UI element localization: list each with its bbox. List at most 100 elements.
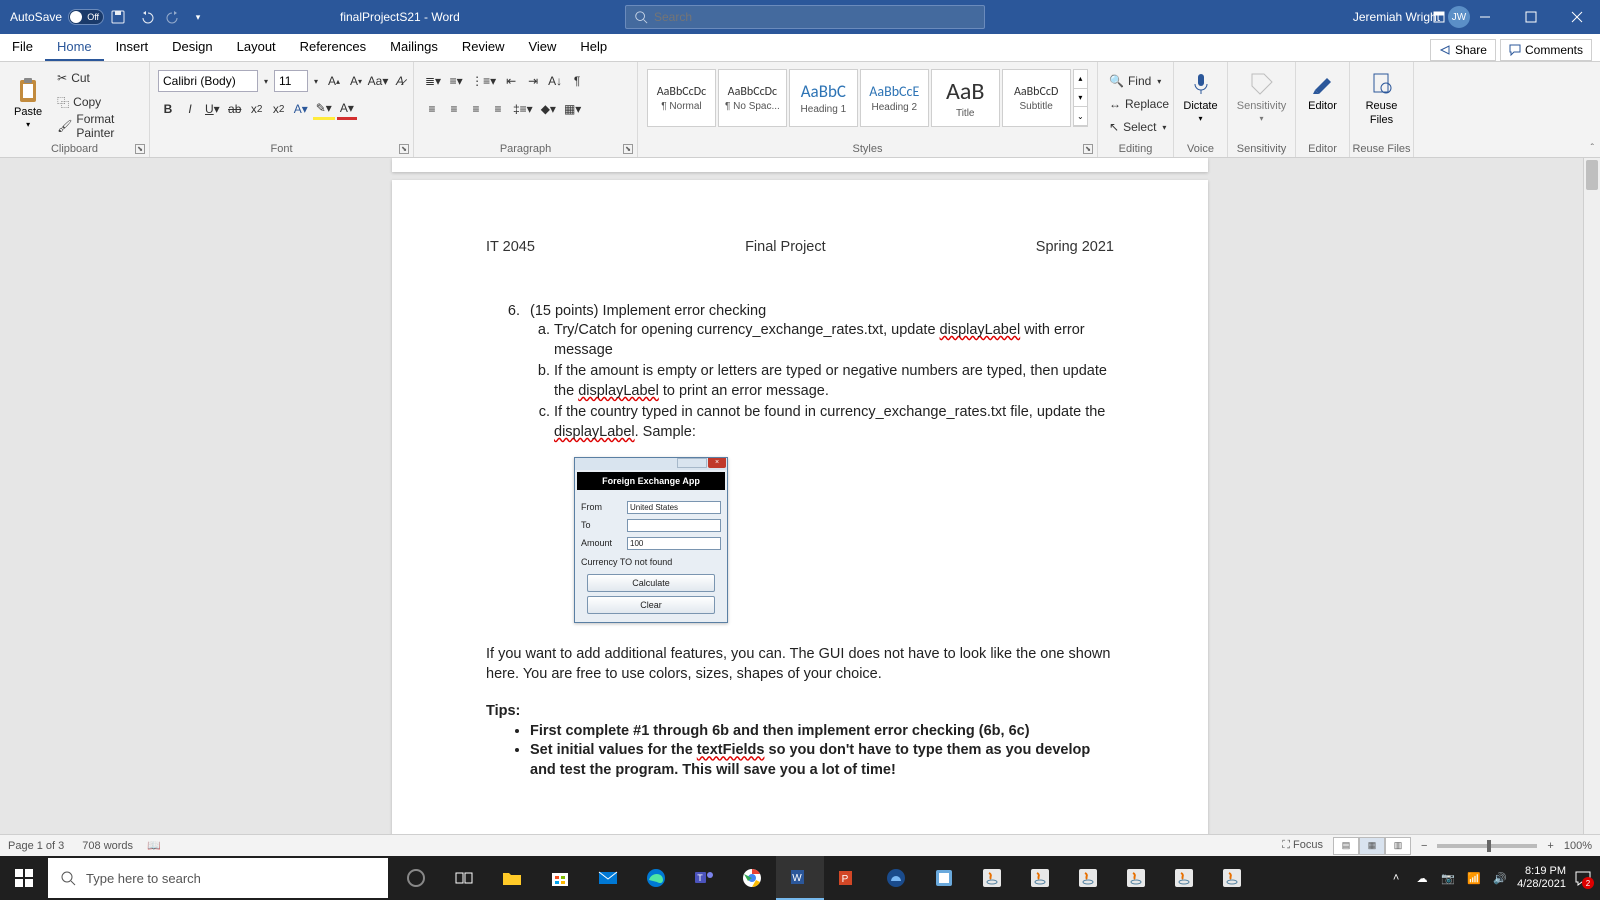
reuse-files-button[interactable]: Reuse Files bbox=[1358, 66, 1405, 130]
tab-references[interactable]: References bbox=[288, 34, 378, 61]
style-item[interactable]: AaBbCHeading 1 bbox=[789, 69, 858, 127]
tray-overflow-icon[interactable]: ˄ bbox=[1387, 869, 1405, 887]
align-right-icon[interactable]: ≡ bbox=[466, 98, 486, 120]
italic-button[interactable]: I bbox=[180, 98, 200, 120]
style-item[interactable]: AaBbCcDc¶ Normal bbox=[647, 69, 716, 127]
strikethrough-button[interactable]: ab bbox=[225, 98, 245, 120]
page-indicator[interactable]: Page 1 of 3 bbox=[8, 840, 64, 852]
style-item[interactable]: AaBbCcDc¶ No Spac... bbox=[718, 69, 787, 127]
maximize-icon[interactable] bbox=[1508, 0, 1554, 34]
onedrive-icon[interactable]: ☁ bbox=[1413, 869, 1431, 887]
app-icon[interactable] bbox=[872, 856, 920, 900]
dictate-button[interactable]: Dictate▾ bbox=[1182, 66, 1219, 127]
align-left-icon[interactable]: ≡ bbox=[422, 98, 442, 120]
powerpoint-icon[interactable]: P bbox=[824, 856, 872, 900]
tab-review[interactable]: Review bbox=[450, 34, 517, 61]
shading-icon[interactable]: ◆▾ bbox=[538, 98, 559, 120]
sort-icon[interactable]: A↓ bbox=[545, 70, 565, 92]
clear-formatting-icon[interactable]: A̷ bbox=[390, 70, 410, 92]
app-icon-2[interactable] bbox=[920, 856, 968, 900]
bullets-icon[interactable]: ≣▾ bbox=[422, 70, 444, 92]
tab-insert[interactable]: Insert bbox=[104, 34, 161, 61]
chevron-down-icon[interactable]: ▾ bbox=[310, 70, 322, 92]
share-button[interactable]: Share bbox=[1430, 39, 1496, 61]
document-page[interactable]: IT 2045 Final Project Spring 2021 6. (15… bbox=[392, 180, 1208, 838]
grow-font-icon[interactable]: A▴ bbox=[324, 70, 344, 92]
save-icon[interactable] bbox=[110, 9, 126, 25]
teams-icon[interactable]: T bbox=[680, 856, 728, 900]
word-icon[interactable]: W bbox=[776, 856, 824, 900]
document-area[interactable]: IT 2045 Final Project Spring 2021 6. (15… bbox=[0, 158, 1600, 850]
justify-icon[interactable]: ≡ bbox=[488, 98, 508, 120]
redo-icon[interactable] bbox=[166, 9, 182, 25]
minimize-icon[interactable] bbox=[1462, 0, 1508, 34]
chevron-down-icon[interactable]: ▾ bbox=[260, 70, 272, 92]
sensitivity-button[interactable]: Sensitivity▾ bbox=[1236, 66, 1287, 127]
select-button[interactable]: ↖Select▾ bbox=[1106, 116, 1165, 138]
align-center-icon[interactable]: ≡ bbox=[444, 98, 464, 120]
font-color-icon[interactable]: A▾ bbox=[337, 98, 357, 120]
format-painter-button[interactable]: 🖌Format Painter bbox=[54, 115, 141, 137]
numbering-icon[interactable]: ≡▾ bbox=[446, 70, 466, 92]
web-layout-icon[interactable]: ▥ bbox=[1385, 837, 1411, 855]
word-count[interactable]: 708 words bbox=[82, 840, 133, 852]
style-item[interactable]: AaBbCcDSubtitle bbox=[1002, 69, 1071, 127]
close-icon[interactable] bbox=[1554, 0, 1600, 34]
autosave-toggle[interactable]: Off bbox=[68, 9, 104, 25]
comments-button[interactable]: Comments bbox=[1500, 39, 1592, 61]
zoom-slider[interactable] bbox=[1437, 844, 1537, 848]
java-icon-6[interactable] bbox=[1208, 856, 1256, 900]
style-item[interactable]: AaBTitle bbox=[931, 69, 1000, 127]
copy-button[interactable]: ⿻Copy bbox=[54, 91, 141, 113]
bold-button[interactable]: B bbox=[158, 98, 178, 120]
zoom-in-button[interactable]: + bbox=[1547, 840, 1553, 852]
borders-icon[interactable]: ▦▾ bbox=[561, 98, 584, 120]
java-icon-1[interactable] bbox=[968, 856, 1016, 900]
superscript-button[interactable]: x2 bbox=[269, 98, 289, 120]
increase-indent-icon[interactable]: ⇥ bbox=[523, 70, 543, 92]
multilevel-list-icon[interactable]: ⋮≡▾ bbox=[468, 70, 499, 92]
qat-customize-icon[interactable]: ▾ bbox=[188, 6, 208, 28]
tab-view[interactable]: View bbox=[516, 34, 568, 61]
read-mode-icon[interactable]: ▤ bbox=[1333, 837, 1359, 855]
print-layout-icon[interactable]: ▦ bbox=[1359, 837, 1385, 855]
collapse-ribbon-icon[interactable]: ˆ bbox=[1591, 143, 1594, 154]
styles-gallery-scroll[interactable]: ▴▾⌄ bbox=[1073, 69, 1088, 127]
tab-layout[interactable]: Layout bbox=[225, 34, 288, 61]
task-view-icon[interactable] bbox=[440, 856, 488, 900]
subscript-button[interactable]: x2 bbox=[247, 98, 267, 120]
font-name-select[interactable] bbox=[158, 70, 258, 92]
microsoft-store-icon[interactable] bbox=[536, 856, 584, 900]
java-icon-2[interactable] bbox=[1016, 856, 1064, 900]
volume-icon[interactable]: 🔊 bbox=[1491, 869, 1509, 887]
java-icon-5[interactable] bbox=[1160, 856, 1208, 900]
zoom-level[interactable]: 100% bbox=[1564, 840, 1592, 852]
paragraph-launcher[interactable]: ⬊ bbox=[623, 144, 633, 154]
java-icon-4[interactable] bbox=[1112, 856, 1160, 900]
editor-button[interactable]: Editor bbox=[1304, 66, 1341, 116]
notifications-icon[interactable]: 2 bbox=[1574, 869, 1592, 887]
wifi-icon[interactable]: 📶 bbox=[1465, 869, 1483, 887]
focus-mode-button[interactable]: ⛶ Focus bbox=[1282, 839, 1323, 852]
search-input[interactable] bbox=[654, 10, 976, 24]
clock[interactable]: 8:19 PM 4/28/2021 bbox=[1517, 865, 1566, 891]
ribbon-display-options-icon[interactable] bbox=[1416, 0, 1462, 34]
vertical-scrollbar[interactable]: ▲ ▼ bbox=[1583, 158, 1600, 850]
edge-icon[interactable] bbox=[632, 856, 680, 900]
line-spacing-icon[interactable]: ‡≡▾ bbox=[510, 98, 536, 120]
meet-now-icon[interactable]: 📷 bbox=[1439, 869, 1457, 887]
mail-icon[interactable] bbox=[584, 856, 632, 900]
replace-button[interactable]: ↔Replace bbox=[1106, 93, 1165, 115]
tab-design[interactable]: Design bbox=[160, 34, 224, 61]
highlight-icon[interactable]: ✎▾ bbox=[313, 98, 335, 120]
taskbar-search[interactable]: Type here to search bbox=[48, 858, 388, 898]
scroll-thumb[interactable] bbox=[1586, 160, 1598, 190]
change-case-icon[interactable]: Aa▾ bbox=[368, 70, 388, 92]
styles-launcher[interactable]: ⬊ bbox=[1083, 144, 1093, 154]
spellcheck-icon[interactable]: 📖 bbox=[147, 839, 161, 852]
tab-mailings[interactable]: Mailings bbox=[378, 34, 450, 61]
search-box[interactable] bbox=[625, 5, 985, 29]
underline-button[interactable]: U▾ bbox=[202, 98, 223, 120]
tab-home[interactable]: Home bbox=[45, 34, 104, 61]
shrink-font-icon[interactable]: A▾ bbox=[346, 70, 366, 92]
